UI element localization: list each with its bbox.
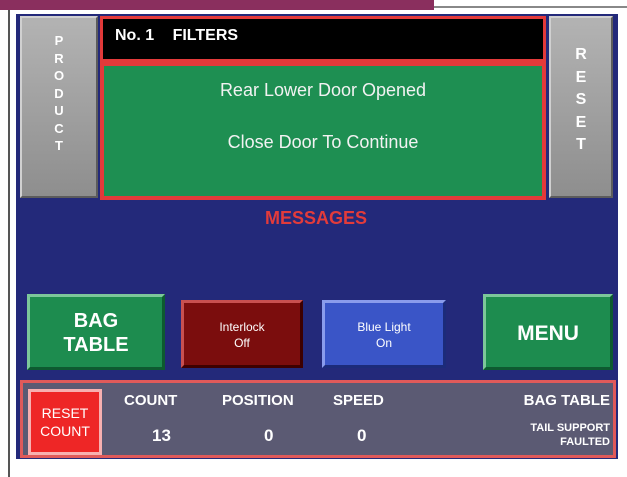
window-top-line	[434, 6, 627, 8]
speed-label: SPEED	[333, 392, 384, 409]
reset-button-label-letter: E	[575, 113, 587, 131]
product-button-label: PRODUCT	[22, 32, 96, 155]
bag-table-status-line-2: FAULTED	[560, 436, 610, 448]
product-button-label-letter: D	[54, 85, 64, 101]
bag-table-status-line-1: TAIL SUPPORT	[530, 422, 610, 434]
reset-button-label-letter: R	[575, 46, 587, 63]
interlock-label: Interlock	[219, 320, 265, 334]
product-button-label-letter: C	[54, 120, 64, 136]
product-button-label-letter: U	[54, 103, 64, 118]
reset-button-label-letter: E	[575, 68, 587, 86]
reset-button-label: RESET	[551, 44, 611, 157]
product-button-label-letter: P	[54, 33, 64, 48]
bag-table-status-label: BAG TABLE	[523, 392, 610, 409]
menu-button[interactable]: MENU	[483, 294, 613, 370]
product-button[interactable]: PRODUCT	[20, 16, 98, 198]
reset-button-label-letter: T	[576, 136, 586, 153]
alarm-message-line-1: Rear Lower Door Opened	[219, 80, 427, 100]
count-label: COUNT	[124, 392, 178, 409]
window-top-bar	[0, 0, 434, 10]
interlock-state: Off	[234, 336, 250, 350]
bag-table-button[interactable]: BAG TABLE	[27, 294, 165, 370]
alarm-message-box: Rear Lower Door Opened Close Door To Con…	[100, 62, 546, 200]
bag-table-button-line-2: TABLE	[63, 334, 129, 356]
reset-button-label-letter: S	[575, 91, 587, 108]
blue-light-toggle-button[interactable]: Blue Light On	[322, 300, 446, 368]
reset-count-line-2: COUNT	[40, 423, 90, 439]
alarm-message-line-2: Close Door To Continue	[227, 132, 419, 152]
speed-value: 0	[357, 426, 367, 445]
station-title-bar: No. 1 FILTERS	[100, 16, 546, 62]
blue-light-label: Blue Light	[357, 320, 411, 334]
product-button-label-letter: O	[53, 68, 65, 83]
station-title: FILTERS	[172, 27, 239, 44]
bag-table-status: TAIL SUPPORT FAULTED	[468, 421, 610, 449]
count-value: 13	[152, 426, 171, 445]
station-number: No. 1	[115, 27, 155, 44]
position-value: 0	[264, 426, 274, 445]
messages-label: MESSAGES	[264, 208, 368, 228]
position-label: POSITION	[222, 392, 294, 409]
interlock-toggle-button[interactable]: Interlock Off	[181, 300, 303, 368]
window-left-border	[8, 10, 10, 477]
product-button-label-letter: R	[54, 50, 64, 66]
bag-table-button-line-1: BAG	[73, 310, 119, 332]
reset-count-button[interactable]: RESET COUNT	[28, 389, 102, 455]
reset-count-line-1: RESET	[41, 405, 89, 421]
product-button-label-letter: T	[55, 138, 63, 153]
reset-button[interactable]: RESET	[549, 16, 613, 198]
blue-light-state: On	[375, 336, 392, 350]
